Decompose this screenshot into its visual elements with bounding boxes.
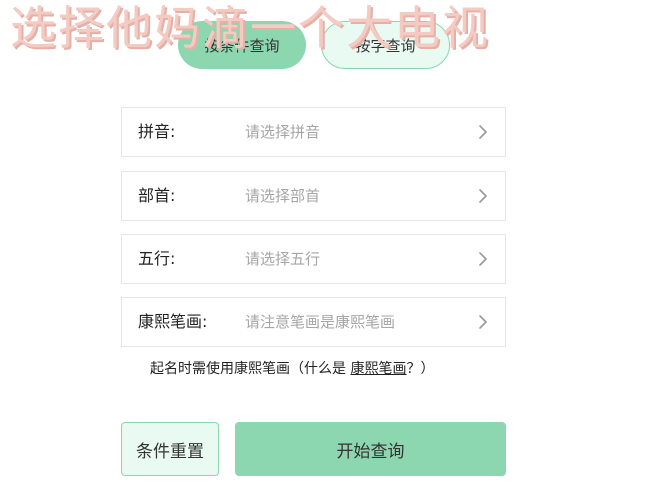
kangxi-strokes-select-row[interactable]: 康熙笔画: 请注意笔画是康熙笔画	[121, 297, 506, 347]
radical-select-row[interactable]: 部首: 请选择部首	[121, 171, 506, 221]
tab-label: 按字查询	[355, 36, 416, 55]
tab-search-by-condition[interactable]: 按条件查询	[178, 21, 306, 69]
chevron-right-icon	[479, 189, 487, 203]
start-search-button[interactable]: 开始查询	[235, 422, 506, 476]
kangxi-strokes-help-link[interactable]: 康熙笔画	[350, 361, 406, 377]
five-elements-label: 五行:	[138, 249, 176, 268]
reset-conditions-button[interactable]: 条件重置	[121, 422, 219, 476]
radical-placeholder: 请选择部首	[245, 187, 321, 205]
tab-search-by-character[interactable]: 按字查询	[321, 21, 450, 69]
reset-button-label: 条件重置	[136, 441, 204, 462]
chevron-right-icon	[479, 315, 487, 329]
tab-label: 按条件查询	[204, 36, 280, 55]
kangxi-strokes-placeholder: 请注意笔画是康熙笔画	[245, 313, 396, 331]
pinyin-select-row[interactable]: 拼音: 请选择拼音	[121, 107, 506, 157]
chevron-right-icon	[479, 125, 487, 139]
five-elements-select-row[interactable]: 五行: 请选择五行	[121, 234, 506, 284]
search-button-label: 开始查询	[336, 441, 405, 462]
radical-label: 部首:	[138, 186, 176, 205]
chevron-right-icon	[479, 252, 487, 266]
pinyin-placeholder: 请选择拼音	[245, 123, 321, 141]
kangxi-strokes-label: 康熙笔画:	[138, 312, 208, 331]
five-elements-placeholder: 请选择五行	[245, 250, 321, 268]
note-prefix: 起名时需使用康熙笔画（什么是	[150, 361, 351, 377]
kangxi-strokes-note: 起名时需使用康熙笔画（什么是 康熙笔画？）	[150, 358, 434, 380]
note-suffix: ？）	[406, 361, 435, 377]
condition-search-page: 选择他妈滴一个大电视 按条件查询 按字查询 拼音: 请选择拼音 部首: 请选择部…	[0, 0, 669, 500]
pinyin-label: 拼音:	[138, 122, 176, 141]
